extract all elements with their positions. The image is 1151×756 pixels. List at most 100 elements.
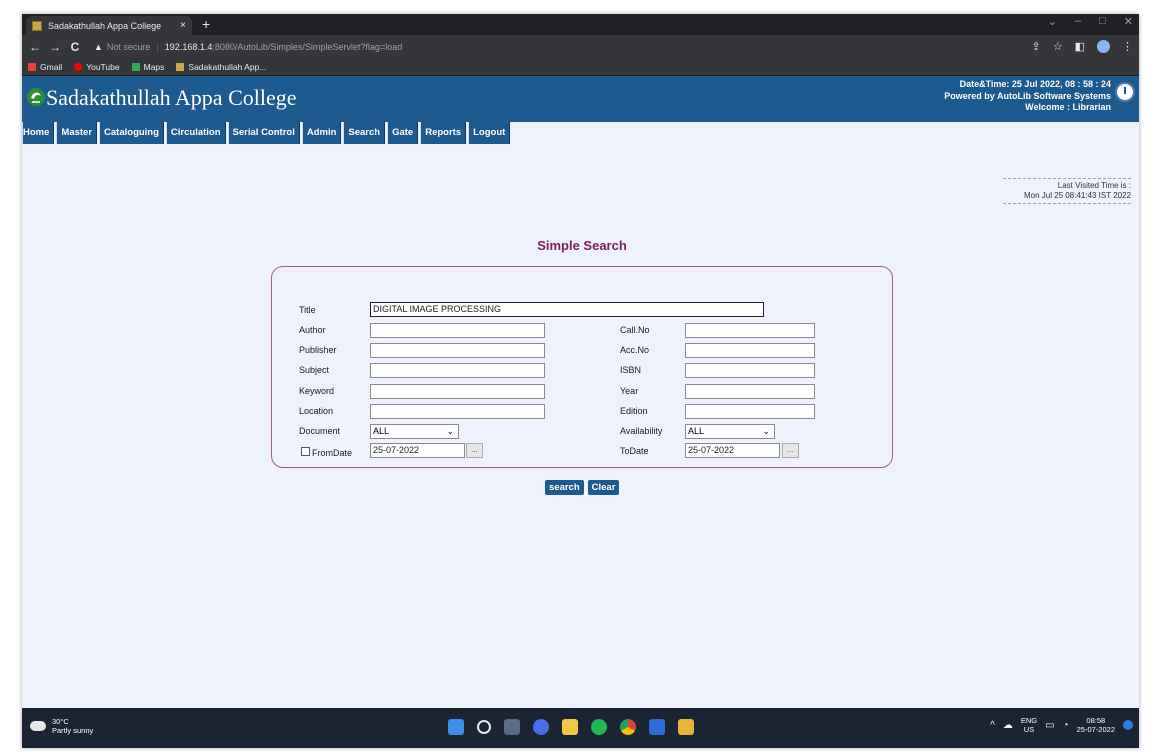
- menu-circulation[interactable]: Circulation: [165, 122, 226, 144]
- subject-label: Subject: [299, 365, 330, 375]
- edition-label: Edition: [620, 406, 648, 416]
- url-host: 192.168.1.4: [164, 41, 213, 52]
- language-indicator[interactable]: ENG US: [1021, 716, 1037, 734]
- cloud-sun-icon: [30, 721, 46, 731]
- title-label: Title: [299, 305, 316, 315]
- form-actions: search Clear: [545, 480, 620, 495]
- bookmark-maps[interactable]: Maps: [131, 62, 164, 72]
- browser-tab-strip: Sadakathullah Appa College × + ⌄ – □ ✕: [22, 14, 1139, 35]
- simple-search-form: Title DIGITAL IMAGE PROCESSING Author Ca…: [271, 266, 893, 468]
- last-visited-info: Last Visited Time is : Mon Jul 25 08:41:…: [1003, 178, 1131, 204]
- document-select-value: ALL: [373, 426, 390, 436]
- todate-label: ToDate: [620, 446, 649, 456]
- maximize-button[interactable]: □: [1099, 15, 1106, 28]
- minimize-button[interactable]: –: [1075, 15, 1081, 28]
- notification-icon[interactable]: [1123, 720, 1133, 730]
- fromdate-checkbox[interactable]: [301, 447, 310, 456]
- network-icon[interactable]: ▭: [1045, 720, 1054, 731]
- word-icon[interactable]: [649, 719, 665, 735]
- file-explorer-icon[interactable]: [562, 719, 578, 735]
- keyword-label: Keyword: [299, 386, 335, 396]
- youtube-icon: [74, 62, 83, 71]
- browser-tab[interactable]: Sadakathullah Appa College ×: [26, 16, 192, 35]
- share-icon[interactable]: ⇪: [1032, 40, 1041, 53]
- side-panel-icon[interactable]: ◧: [1075, 40, 1085, 53]
- browser-menu-icon[interactable]: ⋮: [1122, 40, 1133, 53]
- browser-toolbar-icons: ⇪ ☆ ◧ ⋮: [1032, 40, 1133, 53]
- maps-icon: [131, 62, 140, 71]
- search-icon[interactable]: [477, 720, 491, 734]
- windows-start-icon[interactable]: [448, 719, 464, 735]
- location-input[interactable]: [370, 404, 545, 419]
- search-button[interactable]: search: [545, 480, 584, 495]
- clock-time: 08:58: [1086, 716, 1106, 725]
- task-view-icon[interactable]: [504, 719, 520, 735]
- todate-input[interactable]: 25-07-2022: [685, 443, 780, 458]
- college-bookmark-icon: [176, 62, 185, 71]
- back-arrow-icon[interactable]: ←: [28, 40, 42, 54]
- reload-icon[interactable]: C: [68, 40, 82, 54]
- bookmark-sadakathullah[interactable]: Sadakathullah App...: [176, 62, 266, 72]
- menu-cataloguing[interactable]: Cataloguing: [99, 122, 164, 144]
- volume-icon[interactable]: ◔: [1063, 720, 1069, 731]
- system-tray: ^ ☁ ENG US ▭ ◔ 08:58 25-07-2022: [990, 716, 1133, 734]
- publisher-input[interactable]: [370, 343, 545, 358]
- main-menu: Home Master Cataloguing Circulation Seri…: [22, 122, 511, 144]
- last-visited-label: Last Visited Time is :: [1057, 181, 1131, 190]
- clock-icon: [1115, 82, 1135, 102]
- close-window-button[interactable]: ✕: [1124, 15, 1133, 28]
- fromdate-input[interactable]: 25-07-2022: [370, 443, 465, 458]
- bookmark-star-icon[interactable]: ☆: [1053, 40, 1063, 53]
- bookmark-youtube[interactable]: YouTube: [74, 62, 120, 72]
- author-input[interactable]: [370, 323, 545, 338]
- chevron-down-icon: ⌄: [446, 426, 454, 436]
- subject-input[interactable]: [370, 363, 545, 378]
- tab-close-icon[interactable]: ×: [180, 20, 186, 31]
- tray-chevron-up-icon[interactable]: ^: [990, 720, 995, 731]
- college-logo-icon: [27, 88, 45, 106]
- new-tab-button[interactable]: +: [202, 16, 210, 32]
- url-separator: |: [156, 41, 159, 52]
- spotify-icon[interactable]: [591, 719, 607, 735]
- tab-search-icon[interactable]: ⌄: [1048, 15, 1057, 28]
- chrome-icon[interactable]: [620, 719, 636, 735]
- location-label: Location: [299, 406, 334, 416]
- windows-taskbar: 30°C Partly sunny ^ ☁ ENG US ▭ ◔ 08:58 2…: [22, 708, 1139, 748]
- title-input[interactable]: DIGITAL IMAGE PROCESSING: [370, 302, 764, 317]
- keyword-input[interactable]: [370, 384, 545, 399]
- clock[interactable]: 08:58 25-07-2022: [1077, 716, 1115, 734]
- clock-date: 25-07-2022: [1076, 725, 1115, 734]
- edition-input[interactable]: [685, 404, 815, 419]
- chevron-down-icon: ⌄: [762, 426, 770, 436]
- browser-address-bar: ← → C ▲ Not secure | 192.168.1.4 :8080/A…: [22, 35, 1139, 58]
- cloud-icon: ☁: [1002, 719, 1013, 731]
- isbn-input[interactable]: [685, 363, 815, 378]
- url-field[interactable]: ▲ Not secure | 192.168.1.4 :8080/AutoLib…: [94, 38, 1032, 55]
- accno-input[interactable]: [685, 343, 815, 358]
- year-input[interactable]: [685, 384, 815, 399]
- callno-input[interactable]: [685, 323, 815, 338]
- bookmark-gmail[interactable]: Gmail: [28, 62, 62, 72]
- menu-reports[interactable]: Reports: [420, 122, 467, 144]
- menu-serial-control[interactable]: Serial Control: [227, 122, 300, 144]
- profile-avatar-icon[interactable]: [1097, 40, 1110, 53]
- menu-admin[interactable]: Admin: [301, 122, 342, 144]
- fromdate-label: FromDate: [312, 448, 353, 458]
- chat-icon[interactable]: [533, 719, 549, 735]
- menu-search[interactable]: Search: [343, 122, 386, 144]
- menu-logout[interactable]: Logout: [468, 122, 511, 144]
- clear-button[interactable]: Clear: [587, 480, 620, 495]
- welcome-text: Welcome : Librarian: [1025, 102, 1111, 112]
- fromdate-picker-button[interactable]: ...: [466, 443, 483, 458]
- menu-master[interactable]: Master: [56, 122, 98, 144]
- menu-home[interactable]: Home: [22, 122, 55, 144]
- forward-arrow-icon[interactable]: →: [48, 40, 62, 54]
- menu-gate[interactable]: Gate: [387, 122, 419, 144]
- todate-picker-button[interactable]: ...: [782, 443, 799, 458]
- page-title: Simple Search: [537, 238, 627, 253]
- app-icon[interactable]: [678, 719, 694, 735]
- weather-widget[interactable]: 30°C Partly sunny: [30, 717, 93, 735]
- availability-select[interactable]: ALL ⌄: [685, 424, 775, 439]
- document-label: Document: [299, 426, 341, 436]
- document-select[interactable]: ALL ⌄: [370, 424, 459, 439]
